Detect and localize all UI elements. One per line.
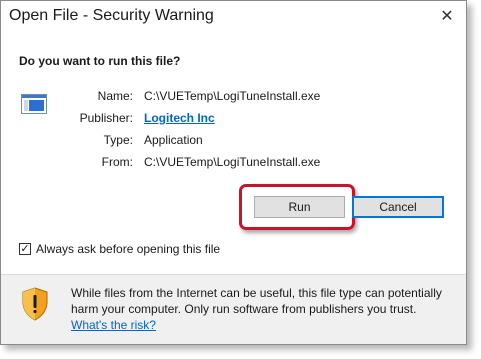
from-label: From: — [101, 155, 133, 169]
run-button[interactable]: Run — [254, 196, 345, 218]
publisher-link[interactable]: Logitech Inc — [144, 111, 215, 125]
warning-message: While files from the Internet can be use… — [71, 285, 451, 333]
title-bar: Open File - Security Warning ✕ — [1, 1, 466, 34]
always-ask-checkbox[interactable]: ✓ — [19, 243, 31, 255]
type-label: Type: — [103, 133, 133, 147]
window-title: Open File - Security Warning — [9, 7, 214, 24]
run-question: Do you want to run this file? — [19, 54, 181, 68]
warning-panel: While files from the Internet can be use… — [1, 275, 466, 344]
dialog-content: Do you want to run this file? Name: C:\V… — [1, 34, 466, 274]
cancel-button[interactable]: Cancel — [352, 196, 444, 218]
security-shield-icon — [22, 287, 48, 321]
always-ask-label[interactable]: Always ask before opening this file — [36, 242, 220, 256]
name-label: Name: — [97, 89, 133, 103]
close-icon[interactable]: ✕ — [438, 8, 456, 26]
publisher-label: Publisher: — [79, 111, 133, 125]
from-value: C:\VUETemp\LogiTuneInstall.exe — [144, 155, 321, 169]
security-warning-dialog: Open File - Security Warning ✕ Do you wa… — [0, 0, 467, 345]
whats-the-risk-link[interactable]: What's the risk? — [71, 318, 156, 332]
name-value: C:\VUETemp\LogiTuneInstall.exe — [144, 89, 321, 103]
warning-text: While files from the Internet can be use… — [71, 286, 442, 316]
type-value: Application — [144, 133, 203, 147]
